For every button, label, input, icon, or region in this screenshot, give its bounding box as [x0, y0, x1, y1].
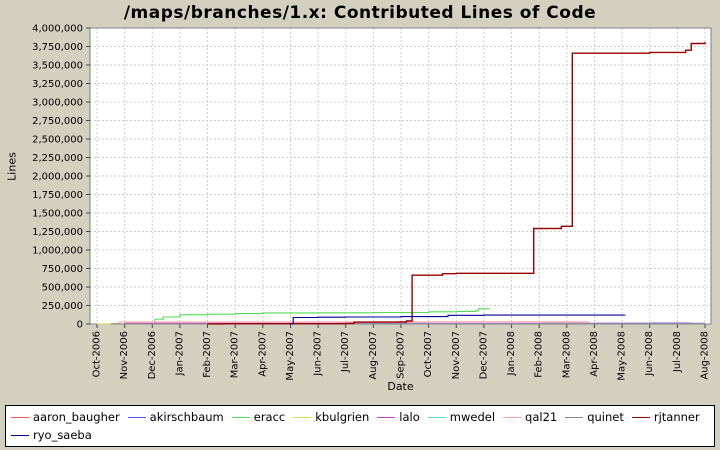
legend-color-swatch	[293, 416, 312, 418]
svg-text:4,000,000: 4,000,000	[32, 24, 83, 35]
legend-item-aaron_baugher: aaron_baugher	[11, 408, 120, 426]
legend-item-mwedel: mwedel	[427, 408, 496, 426]
svg-text:Aug-2007: Aug-2007	[368, 331, 379, 380]
svg-text:Sep-2007: Sep-2007	[396, 331, 407, 379]
legend-label: rjtanner	[653, 410, 700, 424]
svg-text:Jan-2007: Jan-2007	[174, 331, 185, 376]
legend-item-akirschbaum: akirschbaum	[127, 408, 224, 426]
legend-label: aaron_baugher	[33, 410, 120, 424]
legend-color-swatch	[377, 416, 396, 418]
chart-window: /maps/branches/1.x: Contributed Lines of…	[0, 0, 720, 450]
svg-text:Oct-2006: Oct-2006	[92, 331, 103, 377]
legend-item-ryo_saeba: ryo_saeba	[11, 426, 92, 444]
svg-text:2,250,000: 2,250,000	[32, 153, 83, 164]
legend-color-swatch	[127, 416, 146, 418]
legend-item-quinet: quinet	[565, 408, 624, 426]
svg-text:2,000,000: 2,000,000	[32, 172, 83, 183]
legend-item-qal21: qal21	[503, 408, 557, 426]
svg-text:3,750,000: 3,750,000	[32, 42, 83, 53]
legend-label: lalo	[399, 410, 420, 424]
contributed-lines-chart: 0 250,000 500,000 750,000 1,000,000 1,250,000…	[32, 24, 712, 381]
legend: aaron_baugher akirschbaum eracc kbulgrien la…	[5, 405, 715, 447]
svg-text:2,750,000: 2,750,000	[32, 116, 83, 127]
legend-label: kbulgrien	[315, 410, 370, 424]
svg-text:750,000: 750,000	[42, 264, 83, 275]
legend-color-swatch	[503, 416, 522, 418]
svg-text:Apr-2007: Apr-2007	[257, 331, 268, 377]
svg-text:Jan-2008: Jan-2008	[506, 331, 517, 376]
svg-text:May-2007: May-2007	[285, 331, 296, 381]
svg-text:3,000,000: 3,000,000	[32, 98, 83, 109]
x-axis-label: Date	[387, 380, 414, 393]
legend-label: mwedel	[449, 410, 496, 424]
svg-text:Mar-2007: Mar-2007	[230, 331, 241, 378]
svg-text:1,500,000: 1,500,000	[32, 209, 83, 220]
svg-text:0: 0	[77, 320, 83, 331]
legend-item-rjtanner: rjtanner	[631, 408, 700, 426]
svg-text:Jul-2008: Jul-2008	[672, 331, 683, 373]
svg-text:Oct-2007: Oct-2007	[423, 331, 434, 377]
svg-text:250,000: 250,000	[42, 301, 83, 312]
svg-text:Jul-2007: Jul-2007	[340, 331, 351, 373]
svg-text:Jun-2008: Jun-2008	[644, 331, 655, 377]
svg-text:1,750,000: 1,750,000	[32, 190, 83, 201]
svg-text:2,500,000: 2,500,000	[32, 135, 83, 146]
legend-color-swatch	[427, 416, 446, 418]
legend-label: ryo_saeba	[33, 428, 92, 442]
legend-item-lalo: lalo	[377, 408, 420, 426]
legend-color-swatch	[11, 416, 29, 418]
legend-label: qal21	[525, 410, 558, 424]
svg-text:Feb-2007: Feb-2007	[202, 331, 213, 378]
svg-text:Feb-2008: Feb-2008	[534, 331, 545, 378]
legend-color-swatch	[631, 416, 650, 418]
legend-label: quinet	[587, 410, 624, 424]
legend-item-kbulgrien: kbulgrien	[293, 408, 369, 426]
legend-color-swatch	[11, 434, 29, 436]
svg-text:500,000: 500,000	[42, 283, 83, 294]
svg-text:Jun-2007: Jun-2007	[313, 331, 324, 377]
legend-label: akirschbaum	[149, 410, 224, 424]
svg-text:1,000,000: 1,000,000	[32, 246, 83, 257]
svg-text:Mar-2008: Mar-2008	[561, 331, 572, 378]
svg-text:1,250,000: 1,250,000	[32, 227, 83, 238]
legend-color-swatch	[565, 416, 584, 418]
svg-text:3,250,000: 3,250,000	[32, 79, 83, 90]
svg-text:3,500,000: 3,500,000	[32, 61, 83, 72]
svg-text:Dec-2006: Dec-2006	[147, 331, 158, 379]
legend-color-swatch	[231, 416, 250, 418]
legend-item-eracc: eracc	[231, 408, 286, 426]
svg-text:Apr-2008: Apr-2008	[589, 331, 600, 377]
x-tick-labels: Oct-2006 Nov-2006 Dec-2006 Jan-2007 Feb-2007…	[92, 331, 711, 381]
y-axis-label: Lines	[5, 152, 19, 181]
y-tick-labels: 0 250,000 500,000 750,000 1,000,000 1,250,000…	[32, 24, 83, 331]
legend-label: eracc	[253, 410, 286, 424]
svg-text:May-2008: May-2008	[617, 331, 628, 381]
svg-text:Dec-2007: Dec-2007	[478, 331, 489, 379]
svg-text:Nov-2007: Nov-2007	[451, 331, 462, 379]
svg-text:Aug-2008: Aug-2008	[700, 331, 711, 380]
svg-text:Nov-2006: Nov-2006	[119, 331, 130, 379]
